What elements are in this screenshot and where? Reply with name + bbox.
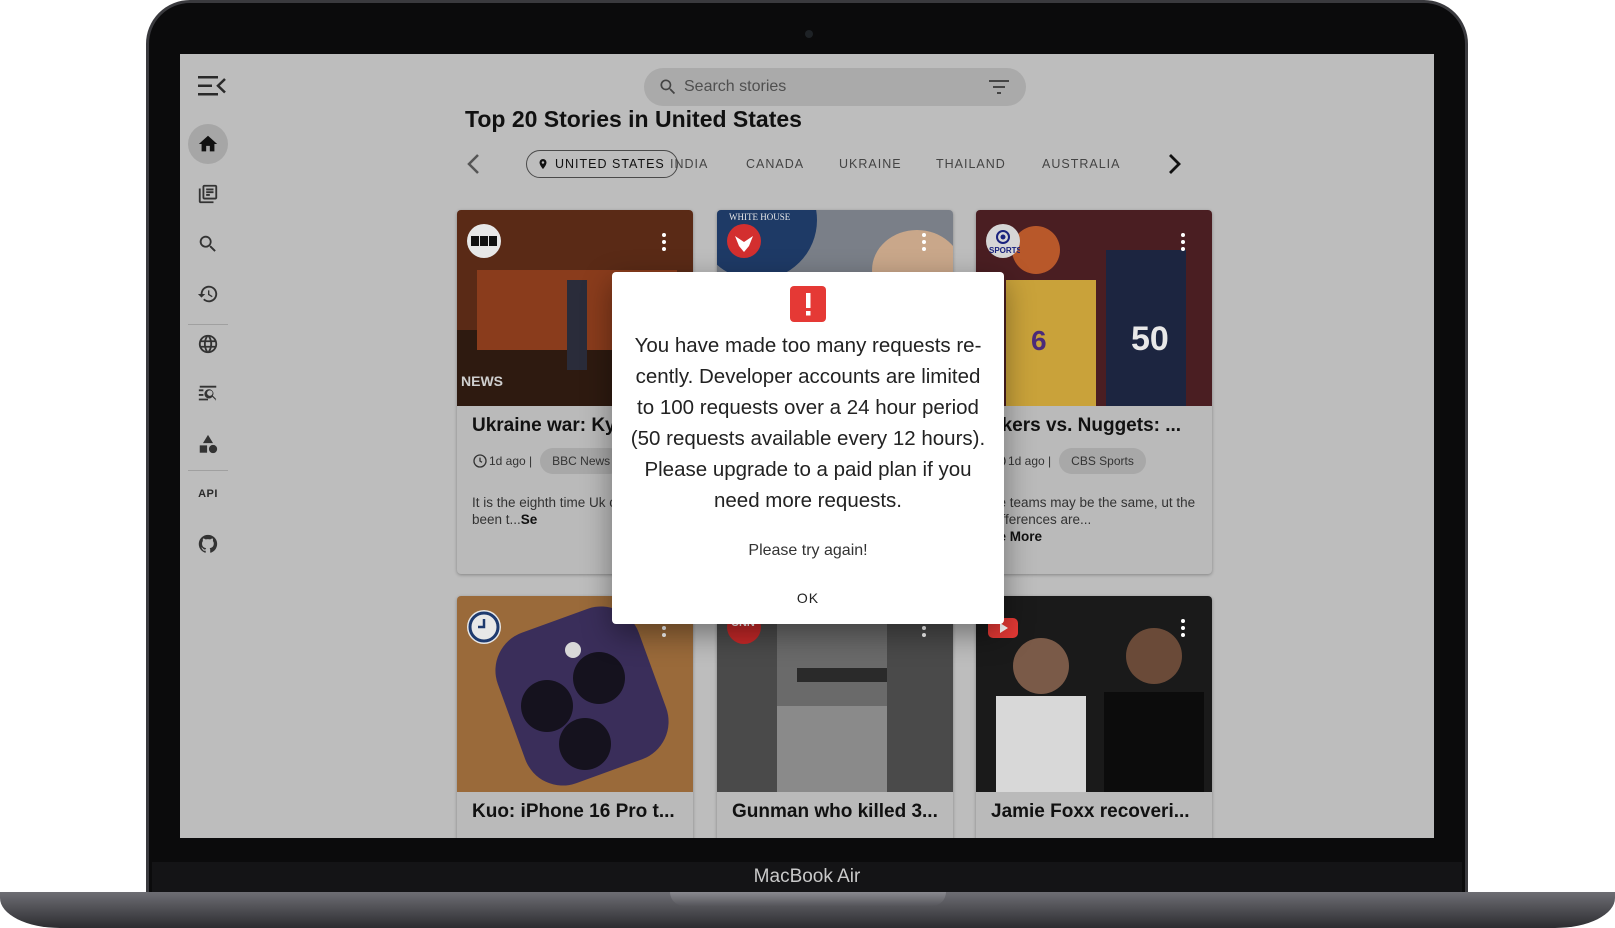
retry-text: Please try again! [748,542,868,559]
error-message: You have made too many requests re-centl… [630,334,986,512]
camera-icon [805,30,813,38]
app-screen: API Top 20 Stories in United States UNIT… [180,54,1434,838]
error-dialog: You have made too many requests re-centl… [612,272,1004,624]
device-label: MacBook Air [152,862,1462,892]
ok-button[interactable]: OK [778,580,838,616]
laptop-notch [670,892,946,906]
alert-icon [790,286,826,322]
